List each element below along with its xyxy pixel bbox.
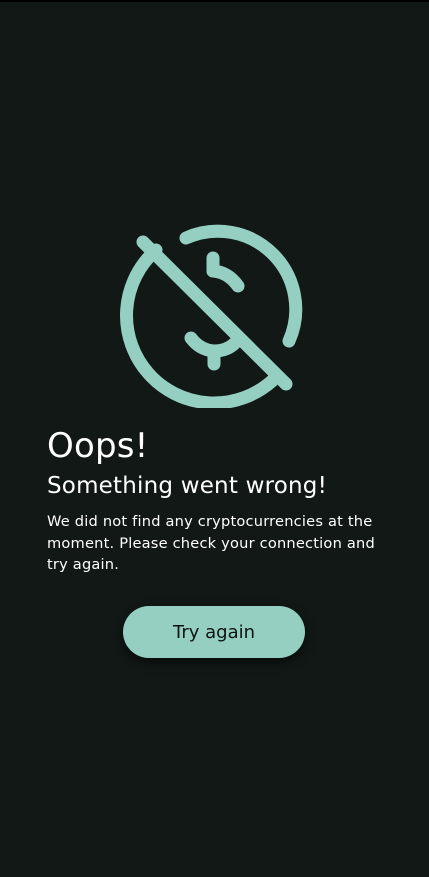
- status-bar-edge: [0, 0, 429, 2]
- error-subtitle: Something went wrong!: [47, 473, 327, 499]
- no-money-icon: [120, 224, 303, 408]
- try-again-button[interactable]: Try again: [123, 606, 305, 658]
- coin-arc-lower: [120, 243, 279, 408]
- error-message: We did not find any cryptocurrencies at …: [47, 513, 375, 573]
- error-title: Oops!: [47, 426, 149, 466]
- dollar-curve-top: [206, 264, 245, 293]
